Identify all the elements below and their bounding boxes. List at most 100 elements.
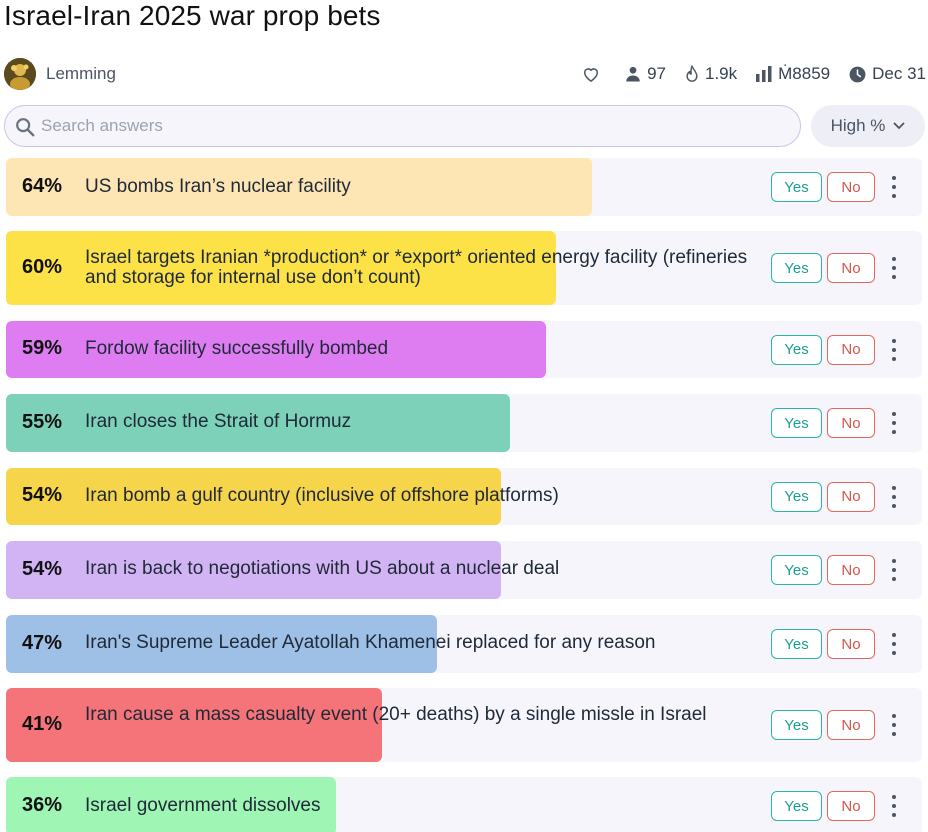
- answer-probability: 54%: [22, 558, 63, 580]
- more-options-icon[interactable]: [886, 412, 902, 434]
- more-options-icon[interactable]: [886, 338, 902, 361]
- dot: [892, 266, 896, 270]
- more-options-icon[interactable]: [886, 633, 902, 655]
- clock-icon: [849, 66, 866, 82]
- answer-text: Fordow facility successfully bombed: [85, 338, 389, 359]
- no-button[interactable]: No: [827, 334, 875, 365]
- more-options-icon[interactable]: [886, 176, 902, 198]
- author-name[interactable]: Lemming: [46, 64, 116, 84]
- dot: [892, 577, 896, 581]
- yes-button[interactable]: Yes: [771, 172, 822, 202]
- bar-chart-icon: [756, 66, 772, 82]
- views-count: 1.9k: [705, 64, 738, 83]
- more-options-icon[interactable]: [886, 714, 902, 736]
- traders-count: 97: [647, 64, 666, 83]
- sort-dropdown[interactable]: High %: [811, 105, 925, 147]
- answer-row[interactable]: 64% US bombs Iran’s nuclear facility Yes No: [6, 158, 922, 216]
- no-button[interactable]: No: [827, 408, 875, 438]
- traders-stat: 97: [624, 64, 666, 84]
- dot: [892, 732, 896, 736]
- dot: [892, 494, 896, 499]
- answer-probability: 64%: [22, 175, 63, 197]
- flame-icon: [686, 65, 698, 82]
- answer-probability: 47%: [22, 632, 63, 654]
- yes-button[interactable]: Yes: [771, 791, 822, 821]
- more-options-icon[interactable]: [886, 559, 902, 581]
- answer-probability: 59%: [22, 337, 63, 359]
- no-button[interactable]: No: [827, 629, 875, 659]
- page-title: Israel-Iran 2025 war prop bets: [4, 0, 381, 31]
- answer-probability: 41%: [22, 713, 63, 735]
- no-button[interactable]: No: [827, 172, 875, 202]
- dot: [892, 723, 896, 727]
- dot: [892, 338, 896, 343]
- answer-row[interactable]: 55% Iran closes the Strait of Hormuz Yes No: [6, 394, 922, 452]
- dot: [892, 430, 896, 434]
- dot: [892, 412, 896, 416]
- dot: [892, 795, 896, 799]
- dot: [892, 185, 896, 189]
- dot: [892, 642, 896, 646]
- no-button[interactable]: No: [827, 791, 875, 821]
- search-input[interactable]: [41, 106, 781, 145]
- answer-row[interactable]: 47% Iran's Supreme Leader Ayatollah Khame…: [6, 615, 922, 673]
- answer-text: Iran cause a mass casualty event (20+ de…: [85, 704, 707, 725]
- dot: [892, 347, 896, 352]
- dot: [892, 194, 896, 198]
- yes-button[interactable]: Yes: [771, 408, 822, 438]
- market-meta: Lemming 97 1.9k Ṁ8859 Dec 31: [4, 58, 926, 90]
- answer-text: Iran bomb a gulf country (inclusive of o…: [85, 485, 559, 506]
- answer-row[interactable]: 41% Iran cause a mass casualty event (20+…: [6, 688, 922, 762]
- user-icon: [626, 66, 640, 82]
- no-button[interactable]: No: [827, 253, 875, 283]
- no-button[interactable]: No: [827, 555, 875, 585]
- volume-stat: Ṁ8859: [755, 64, 830, 84]
- heart-icon: [584, 68, 599, 82]
- answer-text: US bombs Iran’s nuclear facility: [85, 176, 351, 197]
- answer-row[interactable]: 59% Fordow facility successfully bombed Ye…: [6, 321, 922, 378]
- dot: [892, 421, 896, 425]
- more-options-icon[interactable]: [886, 795, 902, 817]
- like-button[interactable]: [581, 64, 606, 84]
- answer-probability: 55%: [22, 411, 63, 433]
- views-stat: 1.9k: [684, 64, 737, 84]
- volume-amount: Ṁ8859: [778, 64, 831, 83]
- answer-row[interactable]: 60% Israel targets Iranian *production* o…: [6, 231, 922, 305]
- answer-row[interactable]: 54% Iran is back to negotiations with US …: [6, 541, 922, 599]
- dot: [892, 559, 896, 563]
- market-stats: 97 1.9k Ṁ8859 Dec 31: [563, 62, 926, 86]
- answer-probability: 54%: [22, 484, 63, 506]
- yes-button[interactable]: Yes: [771, 481, 822, 512]
- dot: [892, 503, 896, 508]
- answer-text: Iran closes the Strait of Hormuz: [85, 411, 352, 432]
- yes-button[interactable]: Yes: [771, 555, 822, 585]
- answer-text: Israel government dissolves: [85, 795, 321, 816]
- answer-probability: 36%: [22, 794, 63, 816]
- probability-bar: [6, 688, 382, 762]
- yes-button[interactable]: Yes: [771, 334, 822, 365]
- no-button[interactable]: No: [827, 481, 875, 512]
- no-button[interactable]: No: [827, 710, 875, 740]
- yes-button[interactable]: Yes: [771, 253, 822, 283]
- search-icon: [16, 118, 35, 137]
- dot: [892, 356, 896, 361]
- chevron-down-icon: [894, 122, 905, 129]
- dot: [892, 714, 896, 718]
- yes-button[interactable]: Yes: [771, 629, 822, 659]
- answer-row[interactable]: 54% Iran bomb a gulf country (inclusive o…: [6, 468, 922, 525]
- more-options-icon[interactable]: [886, 485, 902, 508]
- dot: [892, 568, 896, 572]
- avatar[interactable]: [4, 58, 36, 90]
- dot: [892, 257, 896, 261]
- dot: [892, 485, 896, 490]
- answer-row[interactable]: 36% Israel government dissolves Yes No: [6, 777, 922, 832]
- more-options-icon[interactable]: [886, 257, 902, 279]
- search-box[interactable]: [4, 105, 801, 147]
- dot: [892, 176, 896, 180]
- close-date-stat[interactable]: Dec 31: [848, 64, 926, 84]
- answer-text: Iran is back to negotiations with US abo…: [85, 558, 560, 579]
- dot: [892, 651, 896, 655]
- close-date: Dec 31: [872, 64, 926, 83]
- yes-button[interactable]: Yes: [771, 710, 822, 740]
- dot: [892, 813, 896, 817]
